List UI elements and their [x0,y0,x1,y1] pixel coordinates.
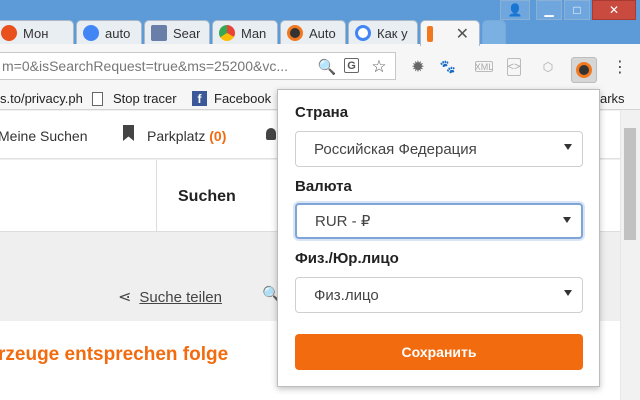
nav-parkplatz[interactable]: Parkplatz (0) [147,128,226,144]
browser-tab[interactable]: Man [212,20,278,45]
browser-tab[interactable]: Auto [280,20,346,45]
country-label: Страна [295,104,349,121]
tab-label: Как у [377,25,408,41]
gear-extension-icon[interactable]: ✹ [409,58,427,76]
save-button[interactable]: Сохранить [295,334,583,370]
chevron-down-icon [564,290,572,296]
browser-tab-active[interactable]: ✕ [420,20,480,46]
chevron-down-icon [564,144,572,150]
url-text: m=0&isSearchRequest=true&ms=25200&vc... [2,58,288,74]
save-button-label: Сохранить [401,344,477,360]
nav-parkplatz-label: Parkplatz [147,128,206,144]
user-icon: 👤 [507,3,523,17]
currency-select[interactable]: RUR - ₽ [295,203,583,239]
currency-label: Валюта [295,178,352,195]
entity-type-select[interactable]: Физ.лицо [295,277,583,313]
country-select[interactable]: Российская Федерация [295,131,583,167]
menu-dots-icon[interactable]: ⋮ [611,58,629,76]
translate-icon[interactable]: G [344,58,359,73]
tab-favicon-icon [83,25,99,41]
bookmark-other[interactable]: arks [600,91,625,106]
suche-teilen-label: Suche teilen [139,288,222,306]
maximize-button[interactable]: □ [564,0,590,20]
page-icon [92,91,103,106]
results-headline: rzeuge entsprechen folge [0,344,229,365]
tab-label: Man [241,25,267,41]
suchen-tab[interactable]: Suchen [178,188,236,206]
divider [156,160,157,232]
entity-type-value: Физ.лицо [314,286,379,304]
autoru-logo-icon [576,62,592,78]
share-icon: ⋖ [118,289,132,306]
bookmark-facebook[interactable]: f Facebook [192,91,271,106]
browser-tab[interactable]: Sear [144,20,210,45]
currency-value: RUR - ₽ [315,213,371,230]
user-icon [266,128,276,140]
tab-strip: Мон auto Sear Man Auto Как у ✕ 👤 ▁ □ ✕ [0,0,640,46]
facebook-icon: f [192,91,207,106]
maximize-icon: □ [573,3,581,17]
address-bar[interactable]: m=0&isSearchRequest=true&ms=25200&vc... [0,52,396,80]
country-value: Российская Федерация [314,140,477,158]
minimize-button[interactable]: ▁ [536,0,562,20]
profile-button[interactable]: 👤 [500,0,530,20]
bookmark-label: Stop tracer [113,91,177,106]
nav-meine-suchen[interactable]: Meine Suchen [0,128,88,144]
browser-tab[interactable]: auto [76,20,142,45]
tab-label: Мон [23,25,49,41]
chevron-down-icon [563,217,571,223]
google-favicon-icon [355,25,371,41]
tab-favicon-icon [427,25,433,42]
xml-extension-icon[interactable]: XML [475,61,493,72]
zoom-icon[interactable]: 🔍 [318,58,337,76]
angular-extension-icon[interactable]: ⬡ [539,58,557,76]
entity-type-label: Физ./Юр.лицо [295,250,399,267]
close-tab-icon[interactable]: ✕ [456,24,469,44]
tab-label: auto [105,25,131,41]
browser-tab[interactable]: Мон [0,20,74,45]
bookmark-label: arks [600,91,625,106]
bookmark-label: s.to/privacy.ph [0,91,83,106]
bookmark-privacy[interactable]: s.to/privacy.ph [0,91,83,106]
close-window-button[interactable]: ✕ [592,0,636,20]
tab-favicon-icon [1,25,17,41]
minimize-icon: ▁ [544,3,554,17]
chrome-favicon-icon [219,25,235,41]
suche-teilen-link[interactable]: ⋖ Suche teilen [118,287,222,307]
tab-favicon-icon [287,25,303,41]
bookmark-stop-tracer[interactable]: Stop tracer [92,91,177,106]
bookmark-label: Facebook [214,91,272,106]
browser-tab[interactable]: Как у [348,20,418,45]
scrollbar-thumb[interactable] [624,128,636,240]
new-tab-button[interactable] [482,20,506,45]
bookmark-icon [123,125,134,141]
close-window-icon: ✕ [608,3,620,17]
bookmark-star-icon[interactable]: ☆ [370,57,388,76]
extension-popup: Страна Российская Федерация Валюта RUR -… [277,89,600,387]
tab-label: Sear [173,25,201,41]
tab-label: Auto [309,25,336,41]
tab-favicon-icon [151,25,167,41]
paw-extension-icon[interactable]: 🐾 [439,58,457,76]
parkplatz-count: (0) [209,128,227,144]
code-extension-icon[interactable]: <> [507,58,521,76]
